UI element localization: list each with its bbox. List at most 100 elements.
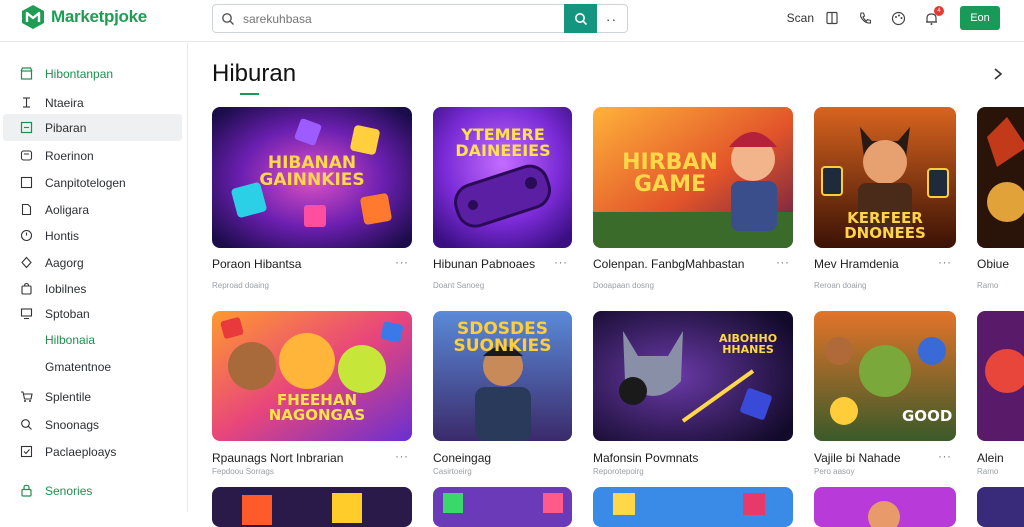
search-options-button[interactable]: ·· xyxy=(596,5,627,32)
lock-icon xyxy=(20,484,33,497)
sidebar-item-sptoban[interactable]: Sptoban xyxy=(3,300,182,327)
game-card[interactable]: FHEEHAN NAGONGAS Rpaunags Nort Inbrarian… xyxy=(212,311,412,481)
sidebar-item-label: Roerinon xyxy=(45,148,94,163)
game-card[interactable]: HIRBAN GAME Colenpan. FanbgMahbastan ···… xyxy=(593,107,793,290)
game-thumbnail[interactable] xyxy=(977,487,1024,527)
game-subtitle: Casirtoeirg xyxy=(433,467,472,476)
book-icon[interactable] xyxy=(824,10,840,26)
thumbnail-art-text: AIBOHHO HHANES xyxy=(718,332,778,356)
box-icon xyxy=(20,176,33,189)
tag-icon xyxy=(20,149,33,162)
game-thumbnail[interactable]: FHEEHAN NAGONGAS xyxy=(212,311,412,441)
game-thumbnail[interactable] xyxy=(593,487,793,527)
game-card[interactable]: KERFEER DNONEES Mev Hramdenia ··· Reroan… xyxy=(814,107,957,290)
game-subtitle: Reporotepoirg xyxy=(593,467,644,476)
sidebar-item-hibontanpan[interactable]: Hibontanpan xyxy=(3,60,182,87)
more-options-button[interactable]: ··· xyxy=(938,255,952,269)
sidebar-item-roerinon[interactable]: Roerinon xyxy=(3,142,182,169)
game-title[interactable]: Obiue xyxy=(977,257,1009,271)
thumbnail-art-text: YTEMERE DAINEEIES xyxy=(455,125,551,160)
sidebar-item-label: Senories xyxy=(45,483,93,498)
sidebar-item-ntaeira[interactable]: Ntaeira xyxy=(3,89,182,116)
game-card[interactable]: HIBANAN GAINNKIES Poraon Hibantsa ··· Re… xyxy=(212,107,412,290)
game-thumbnail[interactable] xyxy=(977,311,1024,441)
game-thumbnail[interactable] xyxy=(814,487,956,527)
game-title[interactable]: Hibunan Pabnoaes xyxy=(433,257,535,271)
account-button[interactable]: Eon xyxy=(960,6,1000,30)
game-thumbnail[interactable] xyxy=(433,487,572,527)
bell-icon[interactable]: 4 xyxy=(923,6,944,26)
sidebar-subitem-hilbonaia[interactable]: Hilbonaia xyxy=(45,333,95,347)
game-card[interactable]: YTEMERE DAINEEIES Hibunan Pabnoaes ··· D… xyxy=(433,107,573,290)
game-title[interactable]: Poraon Hibantsa xyxy=(212,257,301,271)
more-options-button[interactable]: ··· xyxy=(938,449,952,463)
game-thumbnail[interactable]: SDOSDES SUONKIES xyxy=(433,311,572,441)
sidebar-item-senories[interactable]: Senories xyxy=(3,477,182,504)
sidebar-item-iobilnes[interactable]: Iobilnes xyxy=(3,275,182,302)
sidebar-item-label: Splentile xyxy=(45,389,92,404)
game-title[interactable]: Coneingag xyxy=(433,451,491,465)
palette-icon[interactable] xyxy=(890,10,906,26)
header-actions: Scan 4 Eon xyxy=(787,6,1000,30)
game-title[interactable]: Vajile bi Nahade xyxy=(814,451,901,465)
sidebar-item-aoligara[interactable]: Aoligara xyxy=(3,196,182,223)
square-icon xyxy=(20,121,33,134)
sidebar-item-splentile[interactable]: Splentile xyxy=(3,383,182,410)
game-subtitle: Reroan doaing xyxy=(814,281,867,290)
game-thumbnail[interactable]: YTEMERE DAINEEIES xyxy=(433,107,572,248)
game-subtitle: Fepdoou Sorrags xyxy=(212,467,274,476)
sidebar-item-hontis[interactable]: Hontis xyxy=(3,222,182,249)
game-title[interactable]: Mafonsin Povmnats xyxy=(593,451,698,465)
sidebar-item-label: Ntaeira xyxy=(45,95,84,110)
more-options-button[interactable]: ··· xyxy=(395,449,409,463)
game-card[interactable]: Alein Ramo xyxy=(977,311,1024,481)
game-thumbnail[interactable]: KERFEER DNONEES xyxy=(814,107,956,248)
game-thumbnail[interactable] xyxy=(212,487,412,527)
game-thumbnail[interactable]: HIBANAN GAINNKIES xyxy=(212,107,412,248)
store-icon xyxy=(20,67,33,80)
search-bar: ·· xyxy=(212,4,628,33)
thumbnail-art-text: KERFEER DNONEES xyxy=(844,209,926,242)
game-thumbnail[interactable]: GOOD xyxy=(814,311,956,441)
game-subtitle: Doant Sanoeg xyxy=(433,281,485,290)
phone-icon[interactable] xyxy=(857,10,873,26)
sidebar-item-aagorg[interactable]: Aagorg xyxy=(3,249,182,276)
search-input[interactable] xyxy=(243,11,573,26)
app-logo[interactable]: Marketpjoke xyxy=(21,4,147,30)
game-title[interactable]: Alein xyxy=(977,451,1004,465)
sidebar-item-paclaeploays[interactable]: Paclaeploays xyxy=(3,438,182,465)
top-bar: Marketpjoke ·· Scan 4 Eon xyxy=(0,0,1024,42)
chevron-right-icon[interactable] xyxy=(991,66,1005,82)
sidebar-item-canpitotelogen[interactable]: Canpitotelogen xyxy=(3,169,182,196)
game-subtitle: Pero aasoy xyxy=(814,467,855,476)
search-button[interactable] xyxy=(564,4,597,33)
game-card[interactable]: Obiue Ramo xyxy=(977,107,1024,290)
more-options-button[interactable]: ··· xyxy=(554,255,568,269)
sidebar-subitem-gmatentnoe[interactable]: Gmatentnoe xyxy=(45,360,111,374)
game-card[interactable]: GOOD Vajile bi Nahade ··· Pero aasoy xyxy=(814,311,957,481)
game-subtitle: Dooapaan dosng xyxy=(593,281,654,290)
sidebar-item-snoonags[interactable]: Snoonags xyxy=(3,411,182,438)
more-options-button[interactable]: ··· xyxy=(776,255,790,269)
game-title[interactable]: Mev Hramdenia xyxy=(814,257,899,271)
game-thumbnail[interactable]: AIBOHHO HHANES xyxy=(593,311,793,441)
title-underline xyxy=(240,93,259,95)
sidebar-item-label: Pibaran xyxy=(45,120,87,135)
sidebar-item-pibaran[interactable]: Pibaran xyxy=(3,114,182,141)
game-thumbnail[interactable]: HIRBAN GAME xyxy=(593,107,793,248)
sidebar-item-label: Aoligara xyxy=(45,202,90,217)
cart-icon xyxy=(20,390,33,403)
notification-badge: 4 xyxy=(934,6,944,16)
sidebar-item-label: Paclaeploays xyxy=(45,444,117,459)
scan-link[interactable]: Scan xyxy=(787,11,814,25)
game-title[interactable]: Rpaunags Nort Inbrarian xyxy=(212,451,343,465)
file-icon xyxy=(20,203,33,216)
game-card[interactable]: SDOSDES SUONKIES Coneingag Casirtoeirg xyxy=(433,311,573,481)
more-options-button[interactable]: ··· xyxy=(395,255,409,269)
game-title[interactable]: Colenpan. FanbgMahbastan xyxy=(593,257,744,271)
game-card[interactable]: AIBOHHO HHANES Mafonsin Povmnats Reporot… xyxy=(593,311,793,481)
sidebar-item-label: Hibontanpan xyxy=(45,66,114,81)
check-square-icon xyxy=(20,445,33,458)
search-icon xyxy=(574,12,587,25)
game-thumbnail[interactable] xyxy=(977,107,1024,248)
